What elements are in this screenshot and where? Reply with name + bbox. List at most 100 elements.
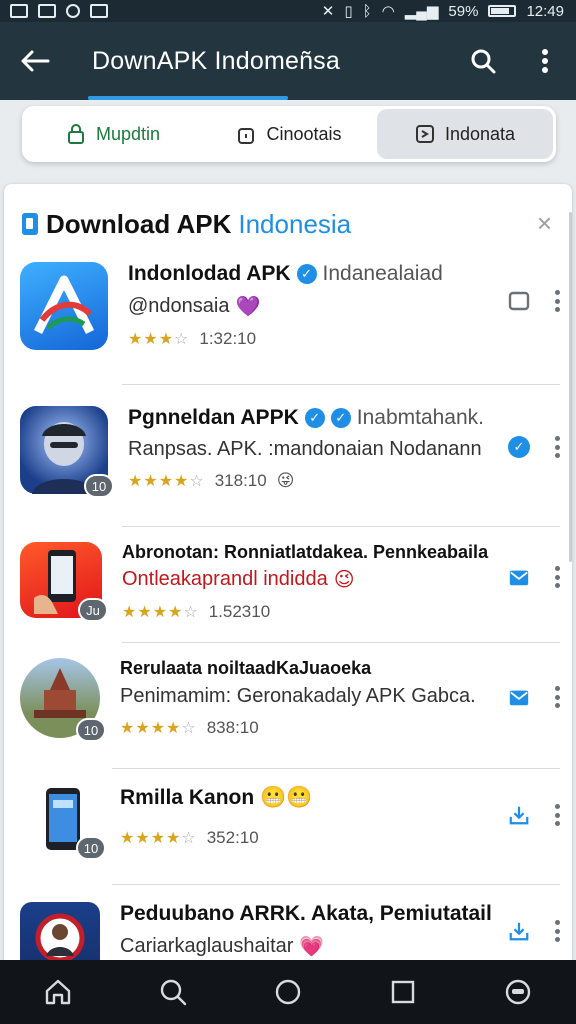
tab-mupdtin[interactable]: Mupdtin [25,109,201,159]
item-subtitle-text: Cariarkaglaushaitar [120,935,294,957]
tab-cinootais[interactable]: Cinootais [201,109,377,159]
item-subtitle: @ndonsaia 💜 [128,294,560,319]
mail-icon[interactable] [508,686,530,708]
item-title-extra: Indanealaiad [322,262,443,285]
divider [122,384,560,385]
more-vertical-icon[interactable] [554,804,560,826]
item-title: Peduubano ARRK. Akata, Pemiutatail [120,902,560,926]
more-vertical-icon[interactable] [554,566,560,588]
tab-label: Mupdtin [95,123,161,144]
overflow-menu-button[interactable] [514,22,576,100]
item-title-text: Indonlodad APK [128,262,291,285]
download-icon[interactable] [508,920,530,942]
item-title-text: Peduubano ARRK. Akata, Pemiutatail [120,902,492,925]
item-subtitle: Ranpsas. APK. :mandonaian Nodanann [128,438,560,461]
app-bar: DownAPK Indomeñsa [0,22,576,100]
card-title: Download APK [46,208,232,239]
list-item[interactable]: 10 Pgnneldan APPK ✓ ✓ Inabmtahank. Ranps… [20,406,560,498]
app-icon: Ju [20,542,108,622]
more-vertical-icon[interactable] [554,920,560,942]
list-item[interactable]: Ju Abronotan: Ronniatlatdakea. Pennkeaba… [20,542,560,622]
bottom-nav-bar [0,960,576,1024]
more-vertical-icon[interactable] [554,436,560,458]
profile-nav-button[interactable] [488,962,548,1022]
tab-label: Indonata [444,123,516,144]
item-title-text: Pgnneldan APPK [128,406,299,429]
list-item[interactable]: 10 Rmilla Kanon 😬😬 ★★★★☆ 352:10 [20,786,560,860]
emoji-icon: 😬😬 [260,786,313,809]
more-vertical-icon[interactable] [554,290,560,312]
item-actions: ✓ [508,436,560,458]
item-subtitle-text: Ontleakaprandl indidda [122,568,328,590]
list-item[interactable]: Indonlodad APK ✓ Indanealaiad @ndonsaia … [20,262,560,350]
clock: 12:49 [526,2,564,20]
bluetooth-icon: ᛒ [362,2,372,20]
item-title: Rerulaata noiltaadKaJuaoeka [120,658,560,679]
tab-indonata[interactable]: Indonata [377,109,553,159]
item-meta-text: 838:10 [206,718,259,737]
item-meta-text: 1:32:10 [199,329,257,348]
item-text: Rerulaata noiltaadKaJuaoeka Penimamim: G… [100,658,560,738]
emoji-icon: 😜 [276,471,295,490]
circle-icon [275,979,301,1005]
badge: 10 [76,836,106,860]
rating-stars: ★★★☆ [128,331,190,348]
item-subtitle: Ontleakaprandl indidda 😉 [122,567,560,592]
item-title-text: Rmilla Kanon [120,786,255,809]
scrollbar[interactable] [569,212,572,562]
divider [112,768,560,769]
item-meta: ★★★★☆ 318:10 😜 [128,471,560,491]
item-meta-text: 352:10 [206,828,259,847]
mute-icon: ✕ [321,3,335,20]
badge: 10 [76,718,106,742]
notification-icons [10,4,108,18]
lock-icon [67,124,84,144]
circle-icon [66,4,80,18]
verified-icon: ✓ [296,264,317,284]
circle-home-button[interactable] [258,962,318,1022]
home-button[interactable] [28,962,88,1022]
item-subtitle-text: Penimamim: Geronakadaly APK Gabca. [120,685,476,707]
lock-icon [238,128,255,144]
recents-button[interactable] [373,962,433,1022]
vibrate-icon: ▯ [344,3,353,20]
back-button[interactable] [0,22,70,100]
app-logo-a-icon [33,275,95,335]
image-icon [10,4,28,18]
badge: Ju [78,598,108,622]
app-bar-indicator [88,96,288,100]
mail-icon[interactable] [508,566,530,588]
home-icon [45,979,70,1005]
search-icon [471,49,496,74]
item-meta: ★★★★☆ 1.52310 [122,602,560,622]
verified-icon[interactable]: ✓ [508,436,530,458]
page-title: DownAPK Indomeñsa [92,46,340,75]
rating-stars: ★★★★☆ [120,720,197,737]
app-list-card: Download APK Indonesia × Indonlodad APK … [4,184,572,984]
more-vertical-icon[interactable] [554,686,560,708]
item-text: Rmilla Kanon 😬😬 ★★★★☆ 352:10 [100,786,560,848]
close-icon[interactable]: × [537,208,552,239]
app-icon [20,262,108,350]
wifi-icon: ◠ [381,3,395,20]
tab-label: Cinootais [266,123,342,144]
item-meta-text: 1.52310 [208,602,271,621]
download-icon[interactable] [508,804,530,826]
item-title-text: Abronotan: Ronniatlatdakea. Pennkeabaila [122,542,489,562]
badge: 10 [84,474,114,498]
square-icon[interactable] [508,290,530,312]
list-item[interactable]: 10 Rerulaata noiltaadKaJuaoeka Penimamim… [20,658,560,742]
item-text: Indonlodad APK ✓ Indanealaiad @ndonsaia … [108,262,560,349]
battery-percent: 59% [448,2,479,20]
item-title: Rmilla Kanon 😬😬 [120,786,560,810]
search-button[interactable] [452,22,514,100]
emoji-icon: 😉 [333,569,355,591]
search-nav-button[interactable] [143,962,203,1022]
card-title-accent: Indonesia [238,208,352,239]
face-icon [506,979,531,1005]
item-subtitle-text: Ranpsas. APK. :mandonaian Nodanann [128,438,482,460]
item-actions [508,920,560,942]
photo-icon [38,4,56,18]
item-actions [508,686,560,708]
battery-icon [488,5,517,17]
